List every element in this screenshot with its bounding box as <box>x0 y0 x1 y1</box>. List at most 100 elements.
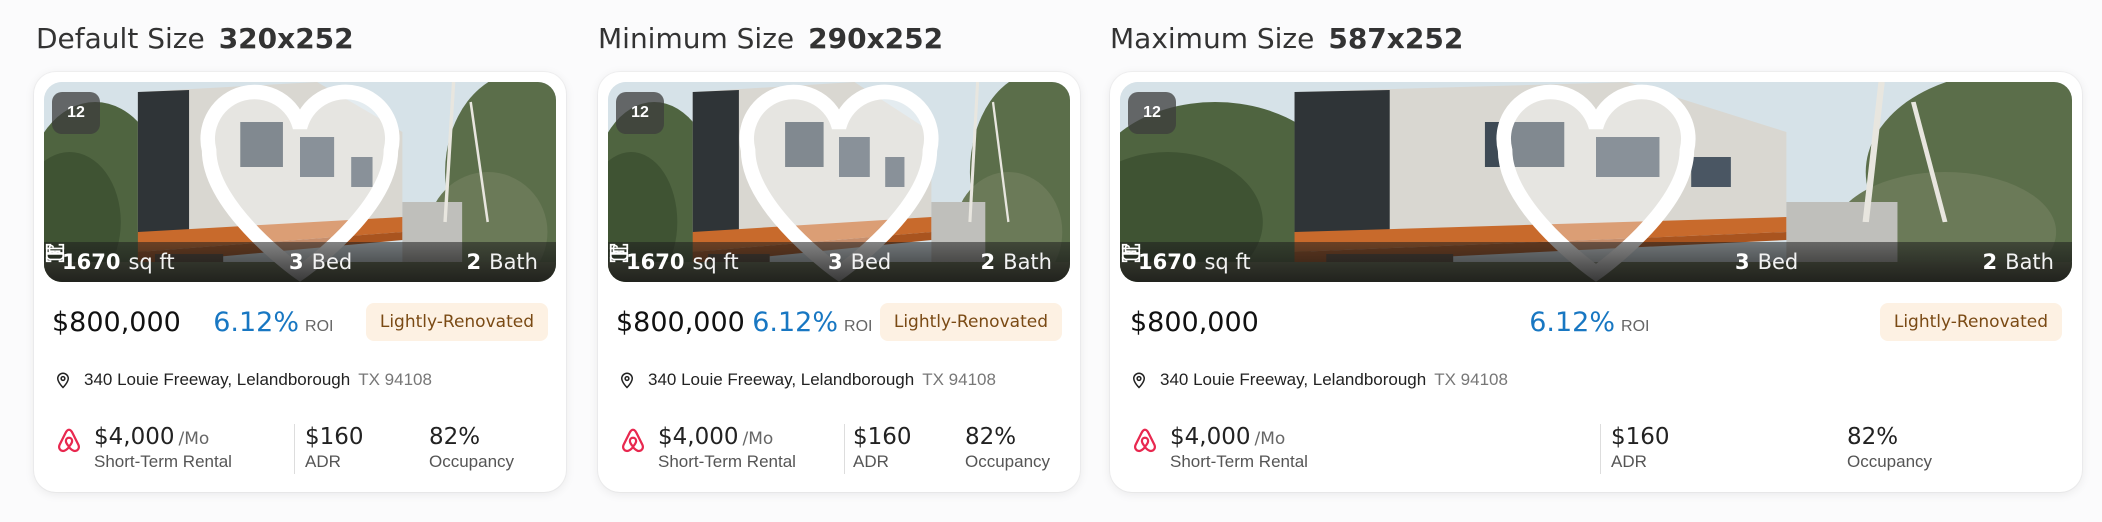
renovation-badge: Lightly-Renovated <box>1879 303 2062 341</box>
rent-stat: $4,000/Mo Short-Term Rental <box>94 424 294 472</box>
divider <box>1600 424 1601 474</box>
address-row: 340 Louie Freeway, Lelandborough TX 9410… <box>54 370 546 390</box>
adr-label: ADR <box>853 452 889 471</box>
property-card[interactable]: 12 1670 sq ft 3 Bed 2 Bath $800,000 6.12% RO <box>598 72 1080 492</box>
adr-stat: $160 ADR <box>853 424 965 472</box>
sqft-spec: 1670 sq ft <box>62 250 175 274</box>
property-photo[interactable]: 12 1670 sq ft 3 Bed 2 Bath <box>608 82 1070 282</box>
airbnb-logo-icon <box>618 426 648 456</box>
address-state-zip: TX 94108 <box>358 370 432 389</box>
adr-stat: $160 ADR <box>1611 424 1847 472</box>
adr-label: ADR <box>305 452 341 471</box>
bath-value: 2 <box>980 250 996 274</box>
bed-spec: 3 Bed <box>828 250 891 274</box>
renovation-badge: Lightly-Renovated <box>879 303 1062 341</box>
rent-label: Short-Term Rental <box>1170 452 1308 471</box>
occupancy-stat: 82% Occupancy <box>429 424 514 472</box>
rent-stat: $4,000/Mo Short-Term Rental <box>1170 424 1600 472</box>
rent-label: Short-Term Rental <box>658 452 796 471</box>
bathtub-icon <box>608 242 630 264</box>
rent-stat: $4,000/Mo Short-Term Rental <box>658 424 844 472</box>
sqft-value: 1670 <box>62 250 121 274</box>
specs-bar: 1670 sq ft 3 Bed 2 Bath <box>608 242 1070 282</box>
sqft-value: 1670 <box>626 250 685 274</box>
rent-period: /Mo <box>178 429 210 449</box>
bed-value: 3 <box>1734 250 1750 274</box>
adr-value: $160 <box>1611 424 1670 450</box>
roi-label: ROI <box>1621 317 1650 335</box>
bath-value: 2 <box>466 250 482 274</box>
price: $800,000 <box>1130 306 1259 338</box>
airbnb-logo-icon <box>1130 426 1160 456</box>
sqft-value: 1670 <box>1138 250 1197 274</box>
rent-value: $4,000 <box>1170 424 1251 450</box>
occupancy-label: Occupancy <box>429 452 515 471</box>
divider <box>294 424 295 474</box>
section-label: Minimum Size <box>598 22 795 55</box>
sqft-spec: 1670 sq ft <box>1138 250 1251 274</box>
roi-label: ROI <box>305 317 334 335</box>
occupancy-stat: 82% Occupancy <box>965 424 1050 472</box>
adr-label: ADR <box>1611 452 1647 471</box>
roi: 6.12% ROI <box>1529 307 1649 338</box>
section-dims: 290x252 <box>808 22 944 55</box>
address-street: 340 Louie Freeway, Lelandborough <box>84 370 351 389</box>
address-street: 340 Louie Freeway, Lelandborough <box>1160 370 1427 389</box>
price-row: $800,000 6.12% ROI Lightly-Renovated <box>1130 300 2062 344</box>
property-card[interactable]: 12 1670 sq ft 3 Bed 2 Bath $800,000 6.12% RO <box>34 72 566 492</box>
property-photo[interactable]: 12 1670 sq ft 3 Bed 2 Bath <box>1120 82 2072 282</box>
bath-unit: Bath <box>1003 250 1052 274</box>
section-title: Default Size 320x252 <box>36 22 354 55</box>
address-row: 340 Louie Freeway, Lelandborough TX 9410… <box>1130 370 2062 390</box>
renovation-badge: Lightly-Renovated <box>365 303 548 341</box>
specs-bar: 1670 sq ft 3 Bed 2 Bath <box>1120 242 2072 282</box>
section-title: Maximum Size 587x252 <box>1110 22 1463 55</box>
roi-percent: 6.12% <box>1529 306 1616 338</box>
location-pin-icon <box>618 371 636 389</box>
sqft-spec: 1670 sq ft <box>626 250 739 274</box>
bed-value: 3 <box>827 250 843 274</box>
bed-value: 3 <box>288 250 304 274</box>
occupancy-label: Occupancy <box>1847 452 1933 471</box>
rent-value: $4,000 <box>658 424 739 450</box>
address-row: 340 Louie Freeway, Lelandborough TX 9410… <box>618 370 1060 390</box>
occupancy-value: 82% <box>965 424 1017 450</box>
section-label: Maximum Size <box>1110 22 1315 55</box>
adr-stat: $160 ADR <box>305 424 429 472</box>
bath-spec: 2 Bath <box>1983 250 2054 274</box>
property-photo[interactable]: 12 1670 sq ft 3 Bed 2 Bath <box>44 82 556 282</box>
property-card[interactable]: 12 1670 sq ft 3 Bed 2 Bath $800,000 6.12% RO <box>1110 72 2082 492</box>
section-title: Minimum Size 290x252 <box>598 22 943 55</box>
bed-unit: Bed <box>1757 250 1799 274</box>
section-label: Default Size <box>36 22 205 55</box>
bathtub-icon <box>44 242 66 264</box>
bath-unit: Bath <box>2005 250 2054 274</box>
roi: 6.12% ROI <box>752 307 872 338</box>
roi-percent: 6.12% <box>752 306 839 338</box>
specs-bar: 1670 sq ft 3 Bed 2 Bath <box>44 242 556 282</box>
bathtub-icon <box>1120 242 1142 264</box>
location-pin-icon <box>54 371 72 389</box>
roi-percent: 6.12% <box>213 306 300 338</box>
occupancy-value: 82% <box>1847 424 1899 450</box>
location-pin-icon <box>1130 371 1148 389</box>
sqft-unit: sq ft <box>128 250 175 274</box>
section-dims: 587x252 <box>1328 22 1464 55</box>
address-street: 340 Louie Freeway, Lelandborough <box>648 370 915 389</box>
sqft-unit: sq ft <box>1204 250 1251 274</box>
bed-unit: Bed <box>850 250 892 274</box>
adr-value: $160 <box>305 424 364 450</box>
rent-period: /Mo <box>742 429 774 449</box>
roi: 6.12% ROI <box>213 307 333 338</box>
rental-stats: $4,000/Mo Short-Term Rental $160 ADR 82%… <box>1130 424 2062 476</box>
airbnb-logo-icon <box>54 426 84 456</box>
occupancy-value: 82% <box>429 424 481 450</box>
rental-stats: $4,000/Mo Short-Term Rental $160 ADR 82%… <box>54 424 546 476</box>
price: $800,000 <box>616 306 745 338</box>
address-state-zip: TX 94108 <box>1434 370 1508 389</box>
roi-label: ROI <box>844 317 873 335</box>
address-state-zip: TX 94108 <box>922 370 996 389</box>
occupancy-stat: 82% Occupancy <box>1847 424 1932 472</box>
price-row: $800,000 6.12% ROI Lightly-Renovated <box>52 300 548 344</box>
occupancy-label: Occupancy <box>965 452 1051 471</box>
